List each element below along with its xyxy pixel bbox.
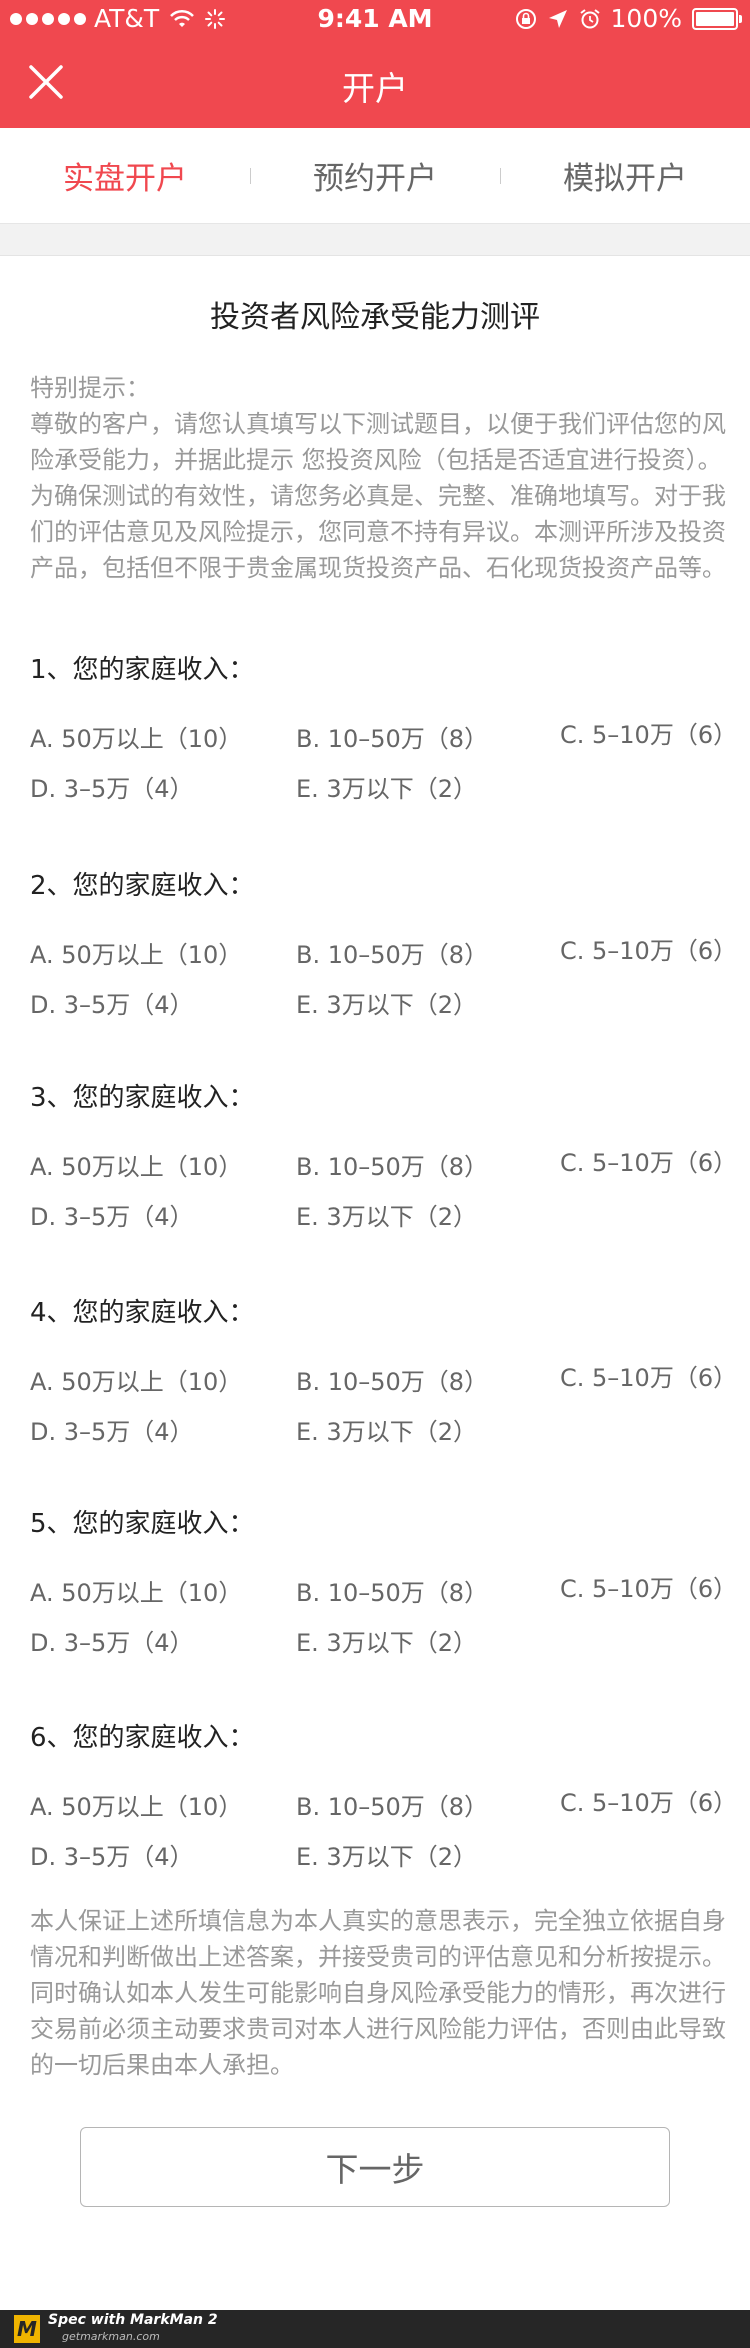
next-step-button[interactable]: 下一步 <box>80 2127 670 2207</box>
survey-title: 投资者风险承受能力测评 <box>210 300 540 335</box>
markman-footer: M Spec with MarkMan 2 getmarkman.com <box>0 2310 750 2348</box>
option-a[interactable]: A. 50万以上（10） <box>30 1362 242 1397</box>
footer-site: getmarkman.com <box>62 2330 160 2343</box>
notice-body: 尊敬的客户，请您认真填写以下测试题目，以便于我们评估您的风险承受能力，并据此提示… <box>30 410 726 582</box>
footer-brand: Spec with MarkMan 2 <box>48 2312 218 2328</box>
question-5: 5、您的家庭收入： A. 50万以上（10） B. 10–50万（8） C. 5… <box>30 1506 737 1657</box>
markman-logo-icon: M <box>14 2315 40 2343</box>
page-title: 开户 <box>342 69 408 108</box>
alarm-icon <box>579 8 600 28</box>
question-label: 1、您的家庭收入： <box>30 655 255 685</box>
option-a[interactable]: A. 50万以上（10） <box>30 1787 242 1822</box>
option-d[interactable]: D. 3–5万（4） <box>30 769 194 804</box>
notice-block: 特别提示： 尊敬的客户，请您认真填写以下测试题目，以便于我们评估您的风险承受能力… <box>30 370 730 586</box>
option-c[interactable]: C. 5–10万（6） <box>560 931 737 966</box>
section-divider <box>0 224 750 256</box>
tab-demo-account[interactable]: 模拟开户 <box>500 128 750 223</box>
account-type-tabs: 实盘开户 预约开户 模拟开户 <box>0 128 750 224</box>
notice-heading: 特别提示： <box>30 374 150 402</box>
option-e[interactable]: E. 3万以下（2） <box>296 1197 477 1232</box>
tab-appointment-account[interactable]: 预约开户 <box>250 128 500 223</box>
question-label: 4、您的家庭收入： <box>30 1298 255 1328</box>
option-b[interactable]: B. 10–50万（8） <box>296 935 488 970</box>
question-label: 5、您的家庭收入： <box>30 1509 255 1539</box>
option-d[interactable]: D. 3–5万（4） <box>30 1623 194 1658</box>
option-d[interactable]: D. 3–5万（4） <box>30 985 194 1020</box>
option-e[interactable]: E. 3万以下（2） <box>296 1412 477 1447</box>
app-header: AT&T 9:41 AM 100% 开户 <box>0 0 750 128</box>
option-c[interactable]: C. 5–10万（6） <box>560 1783 737 1818</box>
question-4: 4、您的家庭收入： A. 50万以上（10） B. 10–50万（8） C. 5… <box>30 1295 737 1446</box>
option-b[interactable]: B. 10–50万（8） <box>296 1573 488 1608</box>
option-e[interactable]: E. 3万以下（2） <box>296 985 477 1020</box>
question-label: 2、您的家庭收入： <box>30 871 255 901</box>
location-arrow-icon <box>548 9 567 28</box>
option-e[interactable]: E. 3万以下（2） <box>296 1623 477 1658</box>
option-b[interactable]: B. 10–50万（8） <box>296 719 488 754</box>
option-d[interactable]: D. 3–5万（4） <box>30 1837 194 1872</box>
option-a[interactable]: A. 50万以上（10） <box>30 1573 242 1608</box>
question-2: 2、您的家庭收入： A. 50万以上（10） B. 10–50万（8） C. 5… <box>30 868 737 1019</box>
question-3: 3、您的家庭收入： A. 50万以上（10） B. 10–50万（8） C. 5… <box>30 1080 737 1231</box>
question-6: 6、您的家庭收入： A. 50万以上（10） B. 10–50万（8） C. 5… <box>30 1720 737 1871</box>
option-b[interactable]: B. 10–50万（8） <box>296 1147 488 1182</box>
question-1: 1、您的家庭收入： A. 50万以上（10） B. 10–50万（8） C. 5… <box>30 652 737 803</box>
option-c[interactable]: C. 5–10万（6） <box>560 1143 737 1178</box>
option-e[interactable]: E. 3万以下（2） <box>296 1837 477 1872</box>
option-e[interactable]: E. 3万以下（2） <box>296 769 477 804</box>
declaration-text: 本人保证上述所填信息为本人真实的意思表示，完全独立依据自身情况和判断做出上述答案… <box>30 1907 726 2079</box>
option-d[interactable]: D. 3–5万（4） <box>30 1412 194 1447</box>
option-b[interactable]: B. 10–50万（8） <box>296 1362 488 1397</box>
option-b[interactable]: B. 10–50万（8） <box>296 1787 488 1822</box>
option-a[interactable]: A. 50万以上（10） <box>30 719 242 754</box>
rotation-lock-icon <box>515 8 536 29</box>
option-c[interactable]: C. 5–10万（6） <box>560 1358 737 1393</box>
option-c[interactable]: C. 5–10万（6） <box>560 1569 737 1604</box>
status-bar: AT&T 9:41 AM 100% <box>0 0 750 40</box>
option-a[interactable]: A. 50万以上（10） <box>30 935 242 970</box>
question-label: 3、您的家庭收入： <box>30 1083 255 1113</box>
question-label: 6、您的家庭收入： <box>30 1723 255 1753</box>
option-a[interactable]: A. 50万以上（10） <box>30 1147 242 1182</box>
option-c[interactable]: C. 5–10万（6） <box>560 715 737 750</box>
battery-icon <box>692 7 742 30</box>
battery-percent: 100% <box>610 4 682 33</box>
tab-real-account[interactable]: 实盘开户 <box>0 128 250 223</box>
option-d[interactable]: D. 3–5万（4） <box>30 1197 194 1232</box>
status-right: 100% <box>515 4 742 33</box>
